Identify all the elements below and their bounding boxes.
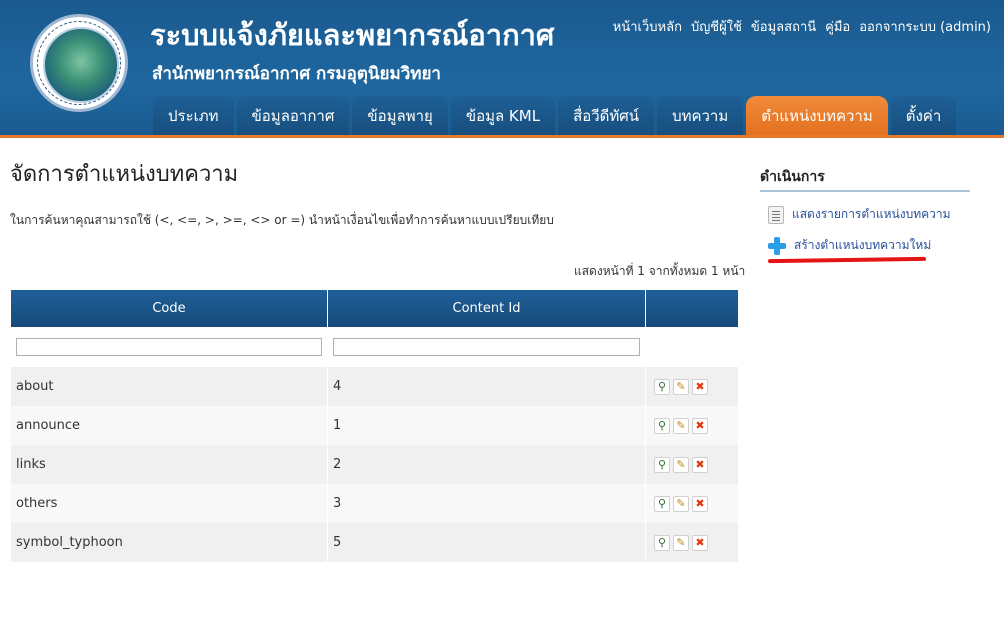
cell-actions: ⚲ ✎ ✖ (645, 523, 738, 562)
department-logo (30, 14, 128, 112)
tab-articles[interactable]: บทความ (657, 96, 744, 135)
site-title: ระบบแจ้งภัยและพยากรณ์อากาศ (150, 18, 555, 52)
link-account[interactable]: บัญชีผู้ใช้ (691, 16, 742, 37)
view-icon[interactable]: ⚲ (654, 378, 670, 395)
filter-content-id-input[interactable] (333, 338, 640, 356)
tab-category[interactable]: ประเภท (153, 96, 234, 135)
link-stations[interactable]: ข้อมูลสถานี (751, 16, 816, 37)
edit-icon[interactable]: ✎ (673, 378, 689, 395)
add-icon (768, 236, 786, 255)
site-subtitle: สำนักพยากรณ์อากาศ กรมอุตุนิยมวิทยา (152, 64, 441, 84)
cell-actions: ⚲ ✎ ✖ (645, 484, 738, 523)
cell-content-id: 3 (327, 484, 646, 523)
column-content-id[interactable]: Content Id (327, 290, 646, 327)
create-position-link[interactable]: สร้างตำแหน่งบทความใหม่ (768, 236, 931, 255)
main-nav-tabs: ประเภท ข้อมูลอากาศ ข้อมูลพายุ ข้อมูล KML… (153, 96, 957, 135)
cell-actions: ⚲ ✎ ✖ (645, 367, 738, 406)
delete-icon[interactable]: ✖ (692, 495, 708, 512)
tab-kml-data[interactable]: ข้อมูล KML (450, 96, 556, 135)
cell-code: about (11, 367, 328, 406)
search-hint: ในการค้นหาคุณสามารถใช้ (<, <=, >, >=, <>… (10, 213, 554, 227)
edit-icon[interactable]: ✎ (673, 495, 689, 512)
table-row: symbol_typhoon 5 ⚲ ✎ ✖ (11, 523, 738, 562)
top-links: หน้าเว็บหลัก บัญชีผู้ใช้ ข้อมูลสถานี คู่… (613, 16, 991, 37)
sidebar-title: ดำเนินการ (760, 169, 825, 185)
link-logout[interactable]: ออกจากระบบ (admin) (859, 16, 991, 37)
grid-header-row: Code Content Id (11, 290, 738, 327)
cell-content-id: 2 (327, 445, 646, 484)
list-positions-label: แสดงรายการตำแหน่งบทความ (792, 207, 951, 221)
column-code[interactable]: Code (11, 290, 328, 327)
cell-code: announce (11, 406, 328, 445)
list-icon (768, 205, 784, 224)
highlight-underline (767, 256, 927, 264)
cell-actions: ⚲ ✎ ✖ (645, 445, 738, 484)
tab-video[interactable]: สื่อวีดีทัศน์ (558, 96, 655, 135)
table-row: others 3 ⚲ ✎ ✖ (11, 484, 738, 523)
table-row: about 4 ⚲ ✎ ✖ (11, 367, 738, 406)
filter-code-input[interactable] (16, 338, 322, 356)
create-position-label: สร้างตำแหน่งบทความใหม่ (794, 238, 932, 252)
tab-article-positions[interactable]: ตำแหน่งบทความ (746, 96, 888, 135)
cell-actions: ⚲ ✎ ✖ (645, 406, 738, 445)
column-actions (645, 290, 738, 327)
positions-grid: Code Content Id about 4 ⚲ ✎ ✖ announce 1 ⚲ ✎ ✖ lin… (11, 290, 738, 562)
delete-icon[interactable]: ✖ (692, 534, 708, 551)
filter-row (11, 327, 738, 367)
filter-code-cell (11, 327, 328, 367)
cell-code: others (11, 484, 328, 523)
filter-content-cell (327, 327, 646, 367)
delete-icon[interactable]: ✖ (692, 417, 708, 434)
link-home[interactable]: หน้าเว็บหลัก (613, 16, 682, 37)
sidebar-divider (760, 190, 970, 192)
filter-actions-cell (645, 327, 738, 367)
view-icon[interactable]: ⚲ (654, 456, 670, 473)
cell-code: symbol_typhoon (11, 523, 328, 562)
delete-icon[interactable]: ✖ (692, 378, 708, 395)
delete-icon[interactable]: ✖ (692, 456, 708, 473)
cell-content-id: 5 (327, 523, 646, 562)
tab-weather-data[interactable]: ข้อมูลอากาศ (236, 96, 350, 135)
list-positions-link[interactable]: แสดงรายการตำแหน่งบทความ (768, 205, 951, 224)
cell-code: links (11, 445, 328, 484)
tab-storm-data[interactable]: ข้อมูลพายุ (352, 96, 448, 135)
cell-content-id: 1 (327, 406, 646, 445)
table-row: links 2 ⚲ ✎ ✖ (11, 445, 738, 484)
logo-emblem (43, 27, 119, 103)
view-icon[interactable]: ⚲ (654, 417, 670, 434)
view-icon[interactable]: ⚲ (654, 534, 670, 551)
edit-icon[interactable]: ✎ (673, 534, 689, 551)
view-icon[interactable]: ⚲ (654, 495, 670, 512)
link-manual[interactable]: คู่มือ (825, 16, 850, 37)
page-title: จัดการตำแหน่งบทความ (10, 162, 239, 187)
table-row: announce 1 ⚲ ✎ ✖ (11, 406, 738, 445)
site-header: ระบบแจ้งภัยและพยากรณ์อากาศ สำนักพยากรณ์อ… (0, 0, 1004, 138)
cell-content-id: 4 (327, 367, 646, 406)
tab-settings[interactable]: ตั้งค่า (890, 96, 957, 135)
pager-summary: แสดงหน้าที่ 1 จากทั้งหมด 1 หน้า (574, 264, 746, 278)
edit-icon[interactable]: ✎ (673, 456, 689, 473)
edit-icon[interactable]: ✎ (673, 417, 689, 434)
